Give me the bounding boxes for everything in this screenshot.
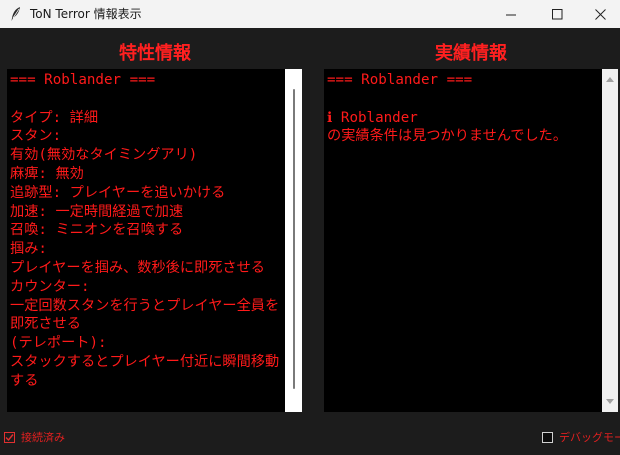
achievements-text-area[interactable]: === Roblander === ℹ Roblander の実績条件は見つかり…	[324, 69, 602, 412]
connected-checkbox[interactable]	[4, 431, 15, 443]
debug-label: デバッグモード	[559, 431, 620, 444]
traits-scrollbar-thumb[interactable]	[293, 89, 295, 389]
feather-icon	[8, 6, 24, 22]
traits-text: === Roblander === タイプ: 詳細 スタン: 有効(無効なタイミ…	[10, 72, 280, 389]
maximize-icon	[551, 8, 562, 19]
achievements-scrollbar[interactable]	[602, 69, 618, 412]
title-bar: ToN Terror 情報表示	[0, 0, 620, 28]
checkmark-icon	[5, 433, 14, 441]
connected-label: 接続済み	[21, 431, 65, 444]
traits-scrollbar[interactable]	[285, 69, 302, 412]
debug-checkbox-row[interactable]: デバッグモード	[542, 429, 620, 445]
achievements-heading: 実績情報	[435, 43, 507, 64]
close-button[interactable]	[580, 0, 620, 28]
scroll-down-arrow-icon[interactable]	[602, 394, 618, 410]
traits-heading: 特性情報	[119, 43, 191, 64]
achievements-text: === Roblander === ℹ Roblander の実績条件は見つかり…	[327, 72, 568, 145]
scroll-up-arrow-icon[interactable]	[602, 71, 618, 87]
window-title: ToN Terror 情報表示	[30, 7, 142, 21]
minimize-icon	[505, 14, 516, 15]
maximize-button[interactable]	[534, 0, 580, 28]
minimize-button[interactable]	[488, 0, 534, 28]
connected-checkbox-row[interactable]: 接続済み	[4, 429, 65, 445]
debug-checkbox[interactable]	[542, 431, 553, 443]
traits-text-area[interactable]: === Roblander === タイプ: 詳細 スタン: 有効(無効なタイミ…	[7, 69, 285, 412]
close-icon	[594, 8, 606, 20]
